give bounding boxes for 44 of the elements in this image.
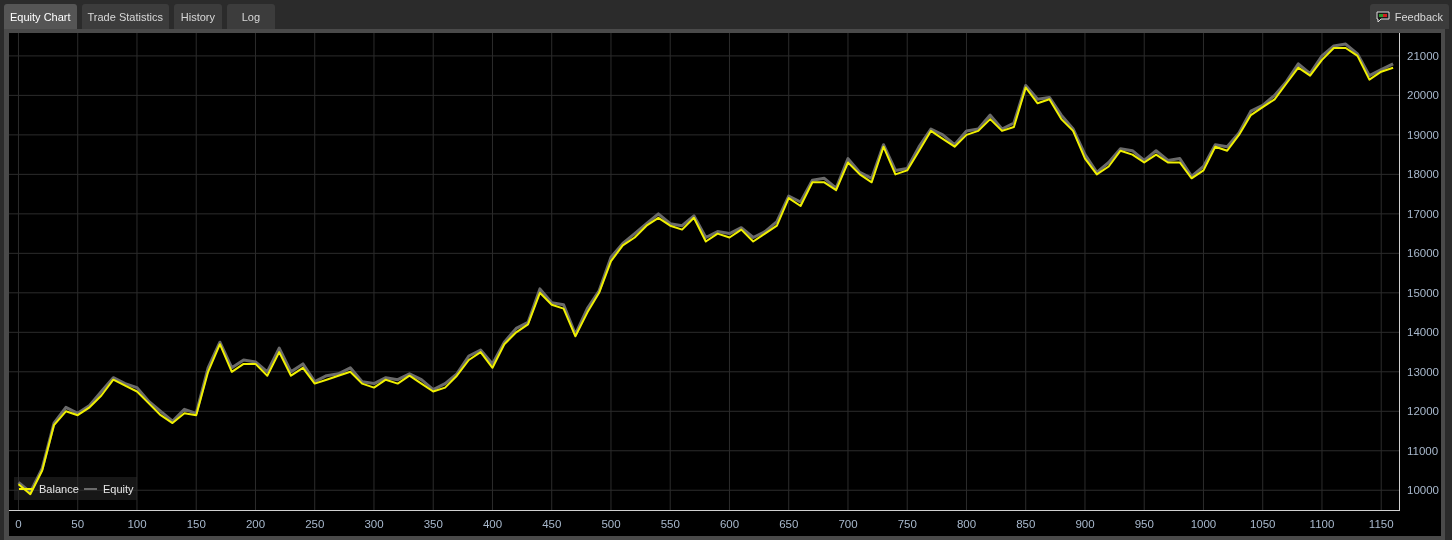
- x-tick-label: 950: [1134, 518, 1154, 530]
- y-tick-label: 21000: [1407, 49, 1439, 62]
- speech-bubble-icon: [1375, 10, 1390, 23]
- x-tick-label: 450: [542, 518, 562, 530]
- legend-label: Equity: [103, 483, 134, 495]
- x-tick-label: 1000: [1190, 518, 1217, 530]
- x-tick-label: 400: [482, 518, 503, 530]
- tab[interactable]: Trade Statistics: [81, 4, 169, 29]
- x-tick-label: 850: [1016, 518, 1036, 530]
- x-tick-label: 1100: [1309, 518, 1335, 530]
- x-tick-label: 250: [305, 518, 325, 530]
- x-tick-label: 600: [719, 518, 740, 530]
- tab[interactable]: Equity Chart: [4, 4, 77, 29]
- x-tick-label: 0: [15, 518, 22, 530]
- x-tick-label: 50: [71, 518, 85, 530]
- y-tick-label: 16000: [1407, 247, 1439, 260]
- x-tick-label: 750: [897, 518, 917, 530]
- feedback-button[interactable]: Feedback: [1369, 4, 1449, 29]
- x-tick-label: 700: [838, 518, 858, 530]
- y-tick-label: 20000: [1407, 89, 1439, 102]
- y-tick-label: 11000: [1407, 444, 1439, 457]
- x-tick-label: 1150: [1368, 518, 1394, 530]
- x-tick-label: 650: [779, 518, 799, 530]
- x-tick-label: 350: [423, 518, 443, 530]
- y-tick-label: 17000: [1407, 207, 1439, 220]
- x-tick-label: 200: [245, 518, 266, 530]
- y-tick-label: 12000: [1407, 405, 1439, 418]
- tab[interactable]: Log: [226, 4, 275, 29]
- y-tick-label: 15000: [1407, 286, 1439, 299]
- x-tick-label: 1050: [1249, 518, 1276, 530]
- x-tick-label: 800: [956, 518, 977, 530]
- x-tick-label: 100: [127, 518, 147, 530]
- y-tick-label: 14000: [1407, 326, 1439, 339]
- x-tick-label: 500: [601, 518, 621, 530]
- legend-label: Balance: [39, 483, 79, 495]
- x-tick-label: 300: [364, 518, 384, 530]
- x-tick-label: 550: [660, 518, 680, 530]
- tab[interactable]: History: [173, 4, 222, 29]
- y-tick-label: 10000: [1407, 484, 1439, 497]
- y-tick-label: 18000: [1407, 168, 1439, 181]
- y-tick-label: 13000: [1407, 365, 1439, 378]
- x-tick-label: 900: [1075, 518, 1095, 530]
- x-tick-label: 150: [186, 518, 206, 530]
- y-tick-label: 19000: [1407, 128, 1439, 141]
